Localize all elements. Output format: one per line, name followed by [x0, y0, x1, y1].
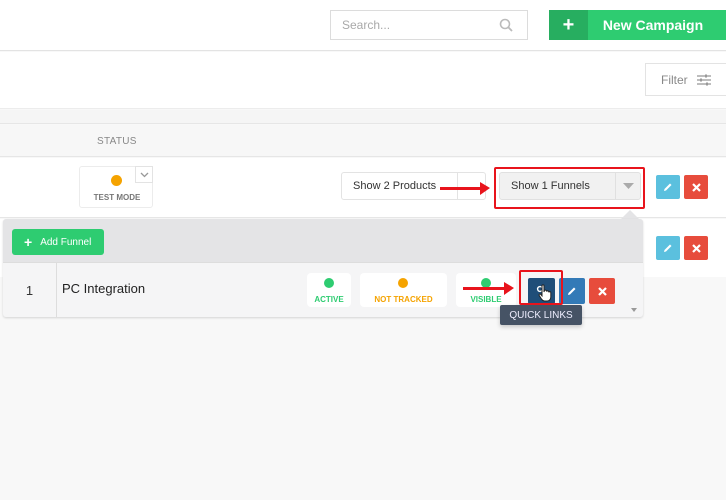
edit-campaign-button[interactable] — [656, 236, 680, 260]
show-products-label: Show 2 Products — [342, 173, 458, 199]
edit-campaign-button[interactable] — [656, 175, 680, 199]
scroll-down-icon[interactable] — [631, 308, 637, 312]
tracking-badge: NOT TRACKED — [360, 273, 447, 307]
caret-down-icon — [616, 183, 640, 189]
show-products-select[interactable]: Show 2 Products — [341, 172, 486, 200]
plus-icon: + — [549, 10, 588, 40]
status-dot — [324, 278, 334, 288]
quick-links-tooltip: QUICK LINKS — [500, 305, 582, 325]
annotation-arrow — [440, 182, 490, 195]
search-icon[interactable] — [499, 18, 513, 32]
chevron-down-icon — [140, 172, 148, 177]
active-badge: ACTIVE — [307, 273, 351, 307]
delete-funnel-button[interactable] — [589, 278, 615, 304]
close-icon — [691, 243, 701, 253]
filter-bar: Filter — [0, 52, 726, 109]
funnel-name[interactable]: PC Integration — [62, 281, 145, 296]
delete-campaign-button[interactable] — [684, 236, 708, 260]
sliders-icon — [696, 74, 711, 85]
new-campaign-label: New Campaign — [602, 17, 704, 33]
status-dropdown[interactable] — [135, 166, 153, 183]
edit-funnel-button[interactable] — [559, 278, 585, 304]
divider — [0, 110, 726, 124]
pencil-icon — [568, 287, 576, 295]
show-funnels-label: Show 1 Funnels — [500, 173, 616, 199]
status-dot — [398, 278, 408, 288]
status-dot — [111, 175, 122, 186]
pencil-icon — [664, 244, 672, 252]
annotation-arrow — [463, 282, 514, 295]
column-header-status: STATUS — [97, 136, 137, 147]
status-badge[interactable]: TEST MODE — [79, 166, 153, 208]
table-header: STATUS — [0, 125, 726, 157]
table-row: TEST MODE Show 2 Products Show 1 Funnels — [0, 158, 726, 218]
show-funnels-select[interactable]: Show 1 Funnels — [499, 172, 641, 200]
panel-notch — [621, 210, 639, 219]
badge-label: NOT TRACKED — [374, 295, 433, 304]
add-funnel-button[interactable]: + Add Funnel — [12, 229, 104, 255]
plus-icon: + — [24, 234, 33, 250]
funnel-number: 1 — [3, 263, 57, 317]
badge-label: ACTIVE — [314, 295, 344, 304]
top-bar: + New Campaign — [0, 0, 726, 51]
close-icon — [597, 286, 607, 296]
filter-button[interactable]: Filter — [645, 63, 726, 96]
add-funnel-label: Add Funnel — [40, 236, 92, 248]
search-box[interactable] — [330, 10, 528, 40]
badge-label: VISIBLE — [470, 295, 502, 304]
hand-cursor-icon — [538, 284, 552, 302]
funnels-panel: + Add Funnel 1 PC Integration ACTIVE NOT… — [3, 219, 643, 317]
search-input[interactable] — [331, 11, 491, 39]
pencil-icon — [664, 183, 672, 191]
status-label: TEST MODE — [93, 193, 141, 202]
filter-label: Filter — [661, 72, 688, 87]
close-icon — [691, 182, 701, 192]
new-campaign-button[interactable]: + New Campaign — [549, 10, 726, 40]
delete-campaign-button[interactable] — [684, 175, 708, 199]
